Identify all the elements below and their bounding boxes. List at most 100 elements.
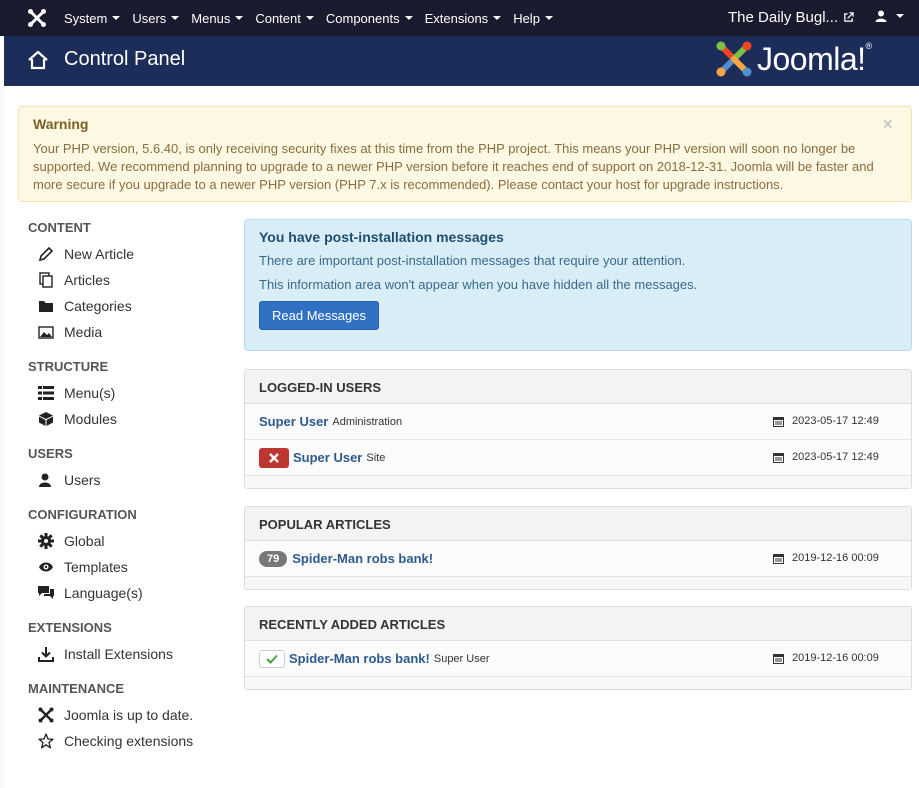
sidebar-item-label: Users: [64, 472, 101, 488]
caret-down-icon: [235, 16, 244, 20]
sidebar-item-menus[interactable]: Menu(s): [28, 380, 228, 406]
recent-articles-panel: RECENTLY ADDED ARTICLES Spider-Man robs …: [244, 606, 912, 690]
sidebar-section-content: CONTENT New Article Articles Categories …: [28, 220, 228, 345]
sidebar-section-title: CONFIGURATION: [28, 507, 137, 522]
wordmark-suffix: !: [857, 40, 866, 77]
user-link[interactable]: Super User: [293, 450, 362, 465]
calendar-icon: [773, 653, 784, 664]
logged-in-users-panel: LOGGED-IN USERS Super User Administratio…: [244, 369, 912, 489]
sidebar-item-checking-extensions[interactable]: Checking extensions: [28, 728, 228, 754]
postinstall-title: You have post-installation messages: [259, 229, 504, 245]
calendar-icon: [773, 452, 784, 463]
user-link[interactable]: Super User: [259, 414, 328, 429]
sidebar-section-title: STRUCTURE: [28, 359, 109, 374]
sidebar-item-label: Media: [64, 324, 103, 340]
article-link[interactable]: Spider-Man robs bank!: [289, 651, 430, 666]
menu-help[interactable]: Help: [513, 11, 553, 26]
sidebar-item-global[interactable]: Global: [28, 528, 228, 554]
date-text: 2023-05-17 12:49: [792, 415, 879, 427]
close-icon[interactable]: ×: [882, 114, 893, 135]
sidebar-item-languages[interactable]: Language(s): [28, 580, 228, 606]
sidebar-item-new-article[interactable]: New Article: [28, 241, 228, 267]
menu-system[interactable]: System: [64, 10, 121, 26]
menu-label: System: [64, 10, 108, 26]
user-client: Site: [366, 451, 386, 464]
sidebar-item-joomla-update[interactable]: Joomla is up to date.: [28, 702, 228, 728]
article-link[interactable]: Spider-Man robs bank!: [292, 551, 433, 566]
date-text: 2019-12-16 00:09: [792, 552, 879, 564]
joomla-logo-icon[interactable]: [27, 8, 47, 28]
menu-label: Components: [325, 10, 400, 26]
panel-title: LOGGED-IN USERS: [245, 370, 911, 404]
date-text: 2019-12-16 00:09: [792, 652, 879, 664]
caret-down-icon: [171, 16, 180, 20]
sidebar-section-users: USERS Users: [28, 446, 228, 493]
warning-title: Warning: [33, 116, 89, 132]
external-link-icon: [844, 12, 854, 22]
page-title: Control Panel: [64, 48, 186, 70]
menu-components[interactable]: Components: [326, 11, 413, 26]
sidebar-item-modules[interactable]: Modules: [28, 406, 228, 432]
left-edge: [0, 86, 4, 788]
calendar-icon: [773, 553, 784, 564]
caret-down-icon: [112, 16, 121, 20]
sidebar-item-templates[interactable]: Templates: [28, 554, 228, 580]
row-date: 2023-05-17 12:49: [773, 415, 879, 427]
sidebar-item-install-extensions[interactable]: Install Extensions: [28, 641, 228, 667]
list-icon: [37, 384, 55, 402]
table-row: Spider-Man robs bank! Super User 2019-12…: [245, 641, 911, 677]
menu-content[interactable]: Content: [255, 11, 314, 26]
menu-label: Help: [513, 10, 540, 26]
sidebar-section-maintenance: MAINTENANCE Joomla is up to date. Checki…: [28, 681, 228, 754]
read-messages-button[interactable]: Read Messages: [259, 301, 379, 330]
user-menu[interactable]: [875, 10, 904, 22]
sidebar-item-label: Install Extensions: [64, 646, 173, 662]
top-navbar: System Users Menus Content Components Ex…: [0, 0, 919, 36]
sidebar-item-media[interactable]: Media: [28, 319, 228, 345]
sidebar-item-label: Checking extensions: [64, 733, 194, 749]
close-icon: [269, 452, 279, 463]
menu-label: Content: [255, 10, 301, 26]
calendar-icon: [773, 416, 784, 427]
sidebar-section-title: USERS: [28, 446, 73, 461]
menu-label: Extensions: [424, 10, 489, 26]
sidebar-item-articles[interactable]: Articles: [28, 267, 228, 293]
user-icon: [37, 471, 55, 489]
eye-icon: [37, 558, 55, 576]
table-row: Super User Site 2023-05-17 12:49: [245, 440, 911, 476]
logout-user-button[interactable]: [259, 447, 289, 468]
sidebar: CONTENT New Article Articles Categories …: [28, 220, 228, 754]
cube-icon: [37, 410, 55, 428]
panel-footer: [245, 577, 911, 589]
caret-down-icon: [404, 16, 413, 20]
page-header: Control Panel Joomla!®: [4, 36, 919, 86]
article-author: Super User: [433, 652, 490, 665]
wordmark-text: Joomla: [757, 40, 858, 77]
copy-icon: [37, 271, 55, 289]
menu-users[interactable]: Users: [132, 10, 180, 26]
sidebar-item-label: Categories: [64, 298, 132, 314]
sidebar-item-label: Language(s): [64, 585, 143, 601]
postinstall-line2: This information area won't appear when …: [259, 277, 698, 292]
sidebar-item-users[interactable]: Users: [28, 467, 228, 493]
site-link[interactable]: The Daily Bugl...: [728, 9, 854, 26]
folder-icon: [37, 297, 55, 315]
sidebar-item-categories[interactable]: Categories: [28, 293, 228, 319]
star-icon: [37, 732, 55, 750]
caret-down-icon: [305, 16, 314, 20]
menu-label: Menus: [191, 10, 231, 26]
menu-extensions[interactable]: Extensions: [425, 11, 502, 26]
sidebar-section-structure: STRUCTURE Menu(s) Modules: [28, 359, 228, 432]
warning-text: Your PHP version, 5.6.40, is only receiv…: [33, 141, 874, 192]
published-toggle[interactable]: [259, 649, 285, 668]
caret-down-icon: [896, 14, 904, 18]
panel-title: RECENTLY ADDED ARTICLES: [245, 607, 911, 641]
site-name: The Daily Bugl...: [728, 9, 839, 26]
sidebar-item-label: Articles: [64, 272, 110, 288]
menu-label: Users: [132, 10, 167, 26]
sidebar-item-label: New Article: [64, 246, 135, 262]
menu-menus[interactable]: Menus: [191, 10, 244, 26]
panel-footer: [245, 677, 911, 689]
date-text: 2023-05-17 12:49: [792, 451, 879, 463]
image-icon: [37, 323, 55, 341]
